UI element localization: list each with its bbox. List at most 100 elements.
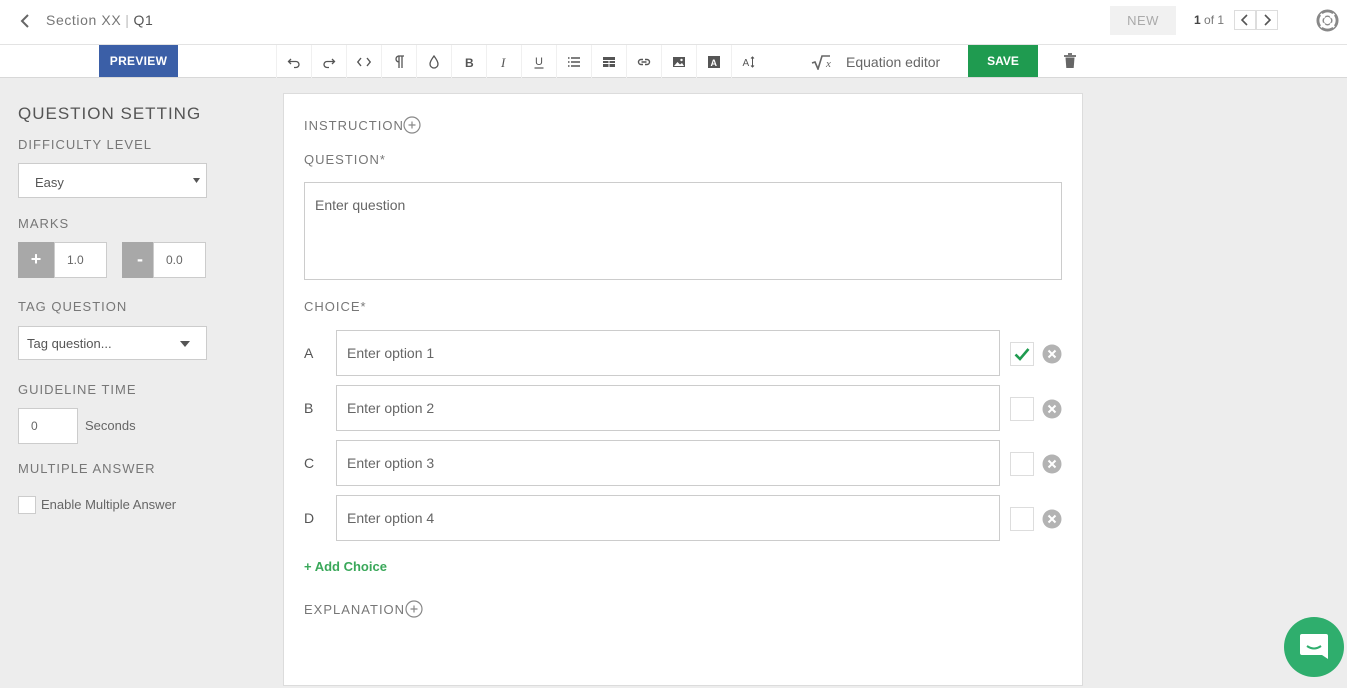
svg-text:A: A xyxy=(743,58,750,69)
table-icon xyxy=(603,56,615,67)
question-input[interactable]: Enter question xyxy=(304,182,1062,280)
breadcrumb-section: Section XX xyxy=(46,12,122,28)
bold-button[interactable]: B xyxy=(451,45,486,78)
svg-text:I: I xyxy=(500,55,506,69)
underline-button[interactable]: U xyxy=(521,45,556,78)
prev-page-button[interactable] xyxy=(1234,10,1256,30)
negative-marks-input[interactable]: 0.0 xyxy=(153,242,206,278)
instruction-label: INSTRUCTION xyxy=(304,118,404,133)
remove-option-close-icon[interactable] xyxy=(1042,344,1062,364)
list-button[interactable] xyxy=(556,45,591,78)
chat-launcher-button[interactable] xyxy=(1284,617,1344,677)
breadcrumb: Section XX | Q1 xyxy=(46,12,153,28)
option-input-d[interactable]: Enter option 4 xyxy=(336,495,1000,541)
svg-text:x: x xyxy=(825,58,831,70)
editor-toolbar: PREVIEW B I U A A x Equation editor SAVE xyxy=(0,45,1347,78)
undo-button[interactable] xyxy=(276,45,311,78)
option-input-b[interactable]: Enter option 2 xyxy=(336,385,1000,431)
difficulty-label: DIFFICULTY LEVEL xyxy=(18,137,152,152)
option-input-a[interactable]: Enter option 1 xyxy=(336,330,1000,376)
redo-icon xyxy=(323,58,336,68)
add-choice-link[interactable]: + Add Choice xyxy=(304,559,387,574)
option-letter-d: D xyxy=(304,510,315,526)
text-box-icon: A xyxy=(708,55,720,68)
next-page-button[interactable] xyxy=(1256,10,1278,30)
link-icon xyxy=(637,58,651,65)
bold-icon: B xyxy=(465,56,474,69)
correct-answer-checkbox-b[interactable] xyxy=(1010,397,1034,421)
redo-button[interactable] xyxy=(311,45,346,78)
trash-icon[interactable] xyxy=(1061,52,1079,70)
top-bar: Section XX | Q1 NEW 1 of 1 xyxy=(0,0,1347,45)
correct-answer-checkbox-c[interactable] xyxy=(1010,452,1034,476)
tag-question-label: TAG QUESTION xyxy=(18,299,128,314)
guideline-time-input[interactable]: 0 xyxy=(18,408,78,444)
font-size-button[interactable]: A xyxy=(731,45,766,78)
font-size-icon: A xyxy=(743,55,755,69)
color-drop-icon xyxy=(429,54,439,69)
checkmark-icon xyxy=(1014,348,1030,361)
correct-answer-checkbox-a[interactable] xyxy=(1010,342,1034,366)
option-letter-c: C xyxy=(304,455,315,471)
text-box-button[interactable]: A xyxy=(696,45,731,78)
correct-answer-checkbox-d[interactable] xyxy=(1010,507,1034,531)
add-instruction-plus-circle-icon[interactable] xyxy=(403,116,421,134)
question-editor-card: INSTRUCTION QUESTION* Enter question CHO… xyxy=(283,93,1083,686)
italic-icon: I xyxy=(500,55,506,69)
chat-bubble-icon xyxy=(1300,634,1328,659)
remove-option-close-icon[interactable] xyxy=(1042,509,1062,529)
remove-option-close-icon[interactable] xyxy=(1042,454,1062,474)
difficulty-select[interactable]: Easy xyxy=(18,163,207,198)
new-question-button[interactable]: NEW xyxy=(1110,6,1176,35)
enable-multiple-answer-checkbox[interactable] xyxy=(18,496,36,514)
code-icon xyxy=(357,57,371,66)
question-label: QUESTION* xyxy=(304,152,386,167)
list-icon xyxy=(568,56,580,67)
table-button[interactable] xyxy=(591,45,626,78)
preview-button[interactable]: PREVIEW xyxy=(99,45,178,77)
guideline-time-unit: Seconds xyxy=(85,418,136,433)
pager-current: 1 xyxy=(1194,13,1201,27)
positive-marks-input[interactable]: 1.0 xyxy=(54,242,107,278)
underline-icon: U xyxy=(534,56,544,69)
tag-question-select[interactable]: Tag question... xyxy=(18,326,207,360)
paragraph-button[interactable] xyxy=(381,45,416,78)
choice-label: CHOICE* xyxy=(304,299,367,314)
add-explanation-plus-circle-icon[interactable] xyxy=(405,600,423,618)
svg-text:B: B xyxy=(465,56,474,69)
svg-text:U: U xyxy=(535,56,543,68)
square-root-icon: x xyxy=(811,54,831,70)
italic-button[interactable]: I xyxy=(486,45,521,78)
chevron-left-icon xyxy=(1240,14,1248,26)
paragraph-icon xyxy=(395,54,404,68)
caret-down-icon xyxy=(193,178,200,183)
explanation-label: EXPLANATION xyxy=(304,602,406,617)
multiple-answer-label: MULTIPLE ANSWER xyxy=(18,461,156,476)
guideline-time-label: GUIDELINE TIME xyxy=(18,382,137,397)
color-button[interactable] xyxy=(416,45,451,78)
option-input-c[interactable]: Enter option 3 xyxy=(336,440,1000,486)
chevron-left-icon[interactable] xyxy=(16,11,36,31)
code-view-button[interactable] xyxy=(346,45,381,78)
lifebuoy-help-icon[interactable] xyxy=(1316,9,1339,32)
image-button[interactable] xyxy=(661,45,696,78)
pager-total: of 1 xyxy=(1200,13,1225,27)
difficulty-value: Easy xyxy=(35,175,64,190)
option-letter-a: A xyxy=(304,345,314,361)
save-button[interactable]: SAVE xyxy=(968,45,1038,77)
chevron-right-icon xyxy=(1264,14,1272,26)
pager-text: 1 of 1 xyxy=(1194,13,1224,27)
marks-label: MARKS xyxy=(18,216,70,231)
question-setting-title: QUESTION SETTING xyxy=(18,104,202,123)
breadcrumb-separator: | xyxy=(125,12,130,28)
equation-editor-button[interactable]: x Equation editor xyxy=(810,45,940,78)
breadcrumb-question: Q1 xyxy=(133,12,154,28)
option-letter-b: B xyxy=(304,400,314,416)
equation-editor-label: Equation editor xyxy=(846,53,941,70)
undo-icon xyxy=(287,58,300,68)
remove-option-close-icon[interactable] xyxy=(1042,399,1062,419)
enable-multiple-answer-label: Enable Multiple Answer xyxy=(41,497,177,512)
positive-marks-button[interactable]: + xyxy=(18,242,54,278)
caret-down-icon xyxy=(180,341,190,347)
link-button[interactable] xyxy=(626,45,661,78)
